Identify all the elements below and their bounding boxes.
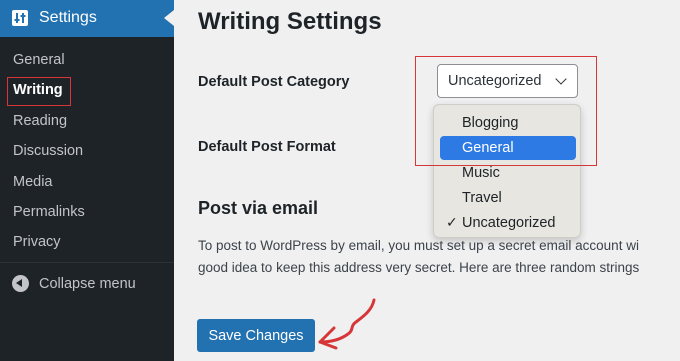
collapse-menu-button[interactable]: Collapse menu: [12, 275, 136, 292]
admin-sidebar: Settings General Writing Reading Discuss…: [0, 0, 174, 361]
dropdown-option-uncategorized[interactable]: ✓ Uncategorized: [440, 211, 576, 235]
highlight-box: [415, 56, 597, 166]
sidebar-header-settings[interactable]: Settings: [0, 0, 174, 37]
sidebar-item-permalinks[interactable]: Permalinks: [13, 204, 85, 220]
dropdown-option-travel[interactable]: Travel: [440, 186, 576, 210]
sidebar-item-reading[interactable]: Reading: [13, 113, 67, 129]
annotation-arrow-icon: [318, 298, 376, 350]
collapse-left-icon: [12, 275, 29, 292]
current-page-caret: [164, 10, 174, 26]
post-via-email-text-line1: To post to WordPress by email, you must …: [198, 238, 639, 253]
sidebar-header-label: Settings: [39, 9, 97, 26]
option-label: Travel: [462, 190, 502, 206]
checkmark-icon: ✓: [446, 214, 458, 230]
page-title: Writing Settings: [198, 8, 382, 35]
sidebar-divider: [0, 262, 174, 263]
default-category-label: Default Post Category: [198, 74, 350, 90]
default-format-label: Default Post Format: [198, 139, 336, 155]
sidebar-item-privacy[interactable]: Privacy: [13, 234, 61, 250]
post-via-email-heading: Post via email: [198, 198, 319, 218]
collapse-menu-label: Collapse menu: [39, 275, 136, 292]
option-label: Music: [462, 165, 500, 181]
post-via-email-text-line2: good idea to keep this address very secr…: [198, 260, 640, 275]
option-label: Uncategorized: [462, 215, 556, 231]
sidebar-item-discussion[interactable]: Discussion: [13, 143, 83, 159]
sidebar-item-general[interactable]: General: [13, 52, 65, 68]
save-changes-button[interactable]: Save Changes: [197, 319, 315, 352]
highlight-box: [7, 77, 71, 106]
sidebar-item-writing[interactable]: Writing: [7, 77, 71, 106]
settings-sliders-icon: [12, 10, 28, 26]
sidebar-item-media[interactable]: Media: [13, 174, 53, 190]
